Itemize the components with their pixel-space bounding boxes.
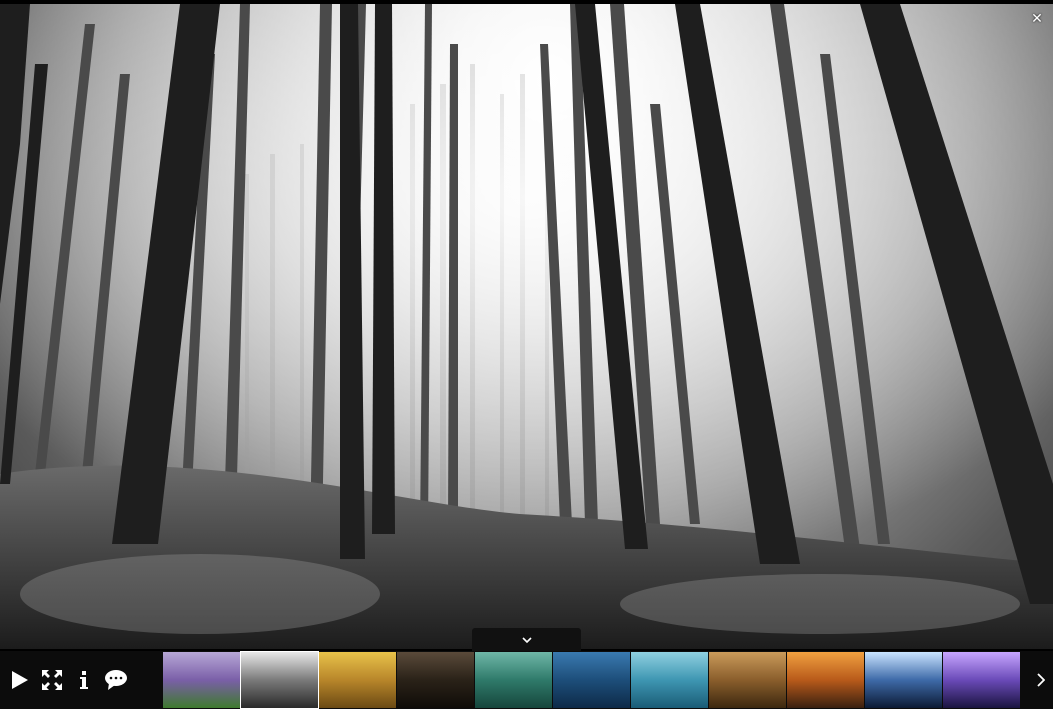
slideshow-controls bbox=[0, 651, 160, 709]
main-photo bbox=[0, 4, 1053, 649]
thumb-lion[interactable] bbox=[709, 652, 786, 708]
play-button[interactable] bbox=[8, 668, 32, 692]
thumb-lavender-field[interactable] bbox=[163, 652, 240, 708]
thumb-light-trails[interactable] bbox=[865, 652, 942, 708]
speech-bubble-icon bbox=[105, 670, 127, 690]
lightbox-viewer: ✕ bbox=[0, 0, 1053, 709]
toggle-thumbnails-button[interactable] bbox=[472, 628, 581, 651]
comments-button[interactable] bbox=[104, 668, 128, 692]
fullscreen-icon bbox=[42, 670, 62, 690]
thumb-city-sunset[interactable] bbox=[787, 652, 864, 708]
info-button[interactable] bbox=[72, 668, 96, 692]
chevron-down-icon bbox=[521, 636, 532, 643]
thumb-seal[interactable] bbox=[631, 652, 708, 708]
thumb-manatee[interactable] bbox=[475, 652, 552, 708]
play-icon bbox=[12, 671, 28, 689]
info-icon bbox=[80, 671, 88, 689]
close-icon[interactable]: ✕ bbox=[1029, 10, 1045, 26]
thumb-elephant[interactable] bbox=[397, 652, 474, 708]
chevron-right-icon bbox=[1037, 673, 1045, 687]
thumbnail-strip bbox=[163, 651, 1021, 709]
thumb-forest[interactable] bbox=[240, 651, 319, 709]
bottom-toolbar bbox=[0, 651, 1053, 709]
thumb-golden-trees[interactable] bbox=[319, 652, 396, 708]
fullscreen-button[interactable] bbox=[40, 668, 64, 692]
thumb-purple-lake[interactable] bbox=[943, 652, 1020, 708]
thumb-whale[interactable] bbox=[553, 652, 630, 708]
thumbnails-next-button[interactable] bbox=[1029, 651, 1053, 709]
